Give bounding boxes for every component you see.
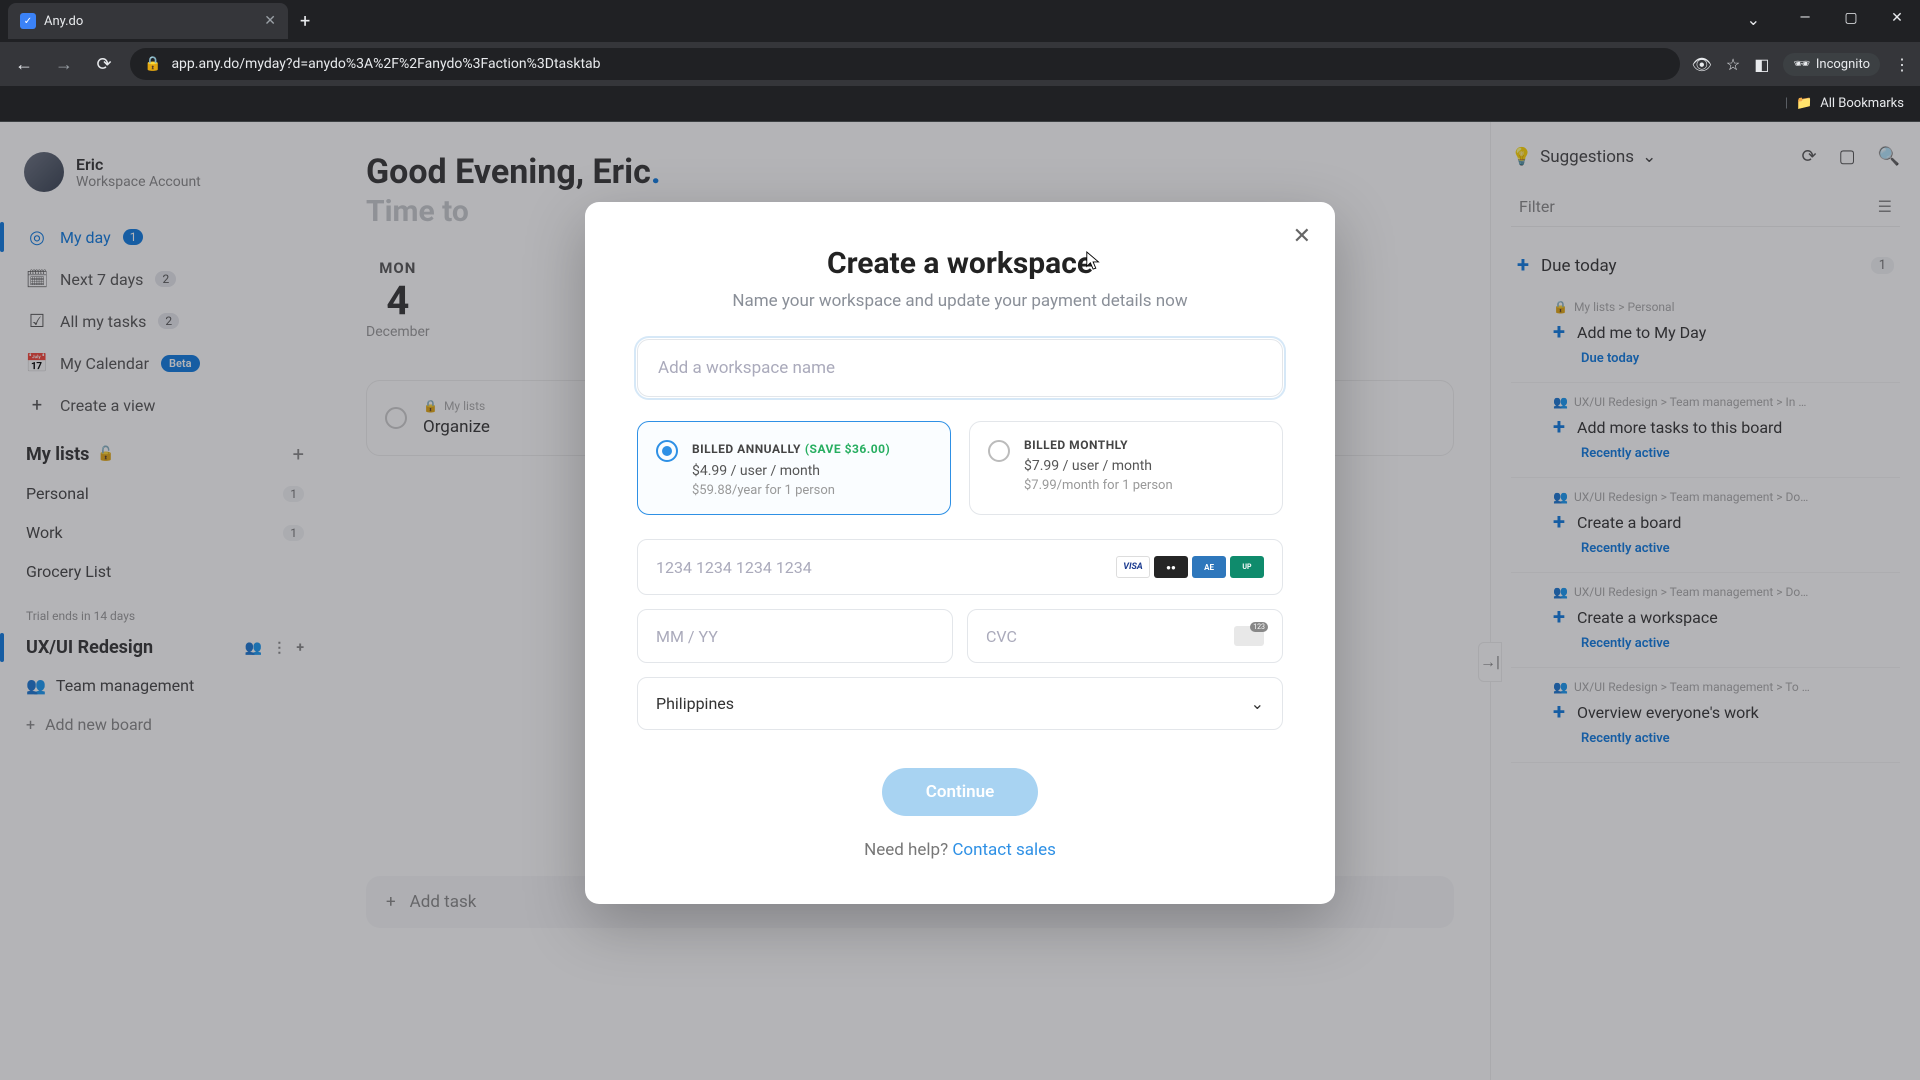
incognito-label: Incognito <box>1816 57 1870 72</box>
eye-off-icon[interactable]: 👁 <box>1692 55 1712 74</box>
card-number-input[interactable]: 1234 1234 1234 1234 VISA ●● AE UP <box>637 539 1283 595</box>
window-minimize-icon[interactable]: ― <box>1782 0 1828 36</box>
incognito-icon: 🕶 <box>1793 57 1810 72</box>
modal-title: Create a workspace <box>637 246 1283 281</box>
help-prefix: Need help? <box>864 840 952 860</box>
modal-subtitle: Name your workspace and update your paym… <box>637 291 1283 311</box>
browser-tab[interactable]: ✓ Any.do ✕ <box>8 3 288 39</box>
plan-monthly[interactable]: BILLED MONTHLY $7.99 / user / month $7.9… <box>969 421 1283 515</box>
card-placeholder: 1234 1234 1234 1234 <box>656 558 812 577</box>
all-bookmarks-button[interactable]: All Bookmarks <box>1820 96 1904 111</box>
bookmarks-separator: | <box>1785 96 1788 111</box>
plan-total: $7.99/month for 1 person <box>1024 478 1173 493</box>
help-row: Need help? Contact sales <box>637 840 1283 860</box>
menu-icon[interactable]: ⋮ <box>1894 55 1910 74</box>
plan-label: BILLED ANNUALLY <box>692 442 801 456</box>
new-tab-button[interactable]: + <box>300 11 310 32</box>
tab-title: Any.do <box>44 14 256 29</box>
expiry-input[interactable]: MM / YY <box>637 609 953 663</box>
star-icon[interactable]: ☆ <box>1726 55 1740 74</box>
continue-button[interactable]: Continue <box>882 768 1039 816</box>
plan-price: $7.99 / user / month <box>1024 458 1173 474</box>
cvc-placeholder: CVC <box>986 627 1017 646</box>
expiry-placeholder: MM / YY <box>656 627 718 646</box>
unionpay-icon: UP <box>1230 556 1264 578</box>
card-brands: VISA ●● AE UP <box>1116 556 1264 578</box>
plan-label: BILLED MONTHLY <box>1024 438 1173 452</box>
favicon: ✓ <box>20 13 36 29</box>
mastercard-icon: ●● <box>1154 556 1188 578</box>
visa-icon: VISA <box>1116 556 1150 578</box>
extensions-icon[interactable]: ◧ <box>1754 55 1769 74</box>
workspace-name-input[interactable] <box>637 339 1283 397</box>
create-workspace-modal: ✕ Create a workspace Name your workspace… <box>585 202 1335 904</box>
plan-total: $59.88/year for 1 person <box>692 483 890 498</box>
radio-selected[interactable] <box>656 440 678 462</box>
plan-save: (SAVE $36.00) <box>805 442 890 456</box>
nav-forward-icon[interactable]: → <box>50 54 78 75</box>
modal-close-button[interactable]: ✕ <box>1293 224 1311 249</box>
nav-back-icon[interactable]: ← <box>10 54 38 75</box>
modal-overlay: ✕ Create a workspace Name your workspace… <box>0 122 1920 1080</box>
cvc-hint-icon <box>1234 626 1264 646</box>
window-maximize-icon[interactable]: ▢ <box>1828 0 1874 36</box>
cvc-input[interactable]: CVC <box>967 609 1283 663</box>
incognito-badge[interactable]: 🕶 Incognito <box>1783 53 1880 76</box>
country-value: Philippines <box>656 694 734 713</box>
contact-sales-link[interactable]: Contact sales <box>952 840 1056 860</box>
lock-icon: 🔒 <box>144 56 161 72</box>
country-select[interactable]: Philippines ⌄ <box>637 677 1283 730</box>
plan-annual[interactable]: BILLED ANNUALLY (SAVE $36.00) $4.99 / us… <box>637 421 951 515</box>
chevron-down-icon: ⌄ <box>1251 694 1264 713</box>
amex-icon: AE <box>1192 556 1226 578</box>
tabs-dropdown-icon[interactable]: ⌄ <box>1747 10 1760 29</box>
window-close-icon[interactable]: ✕ <box>1874 0 1920 36</box>
tab-close-icon[interactable]: ✕ <box>264 13 276 29</box>
address-bar[interactable]: 🔒 app.any.do/myday?d=anydo%3A%2F%2Fanydo… <box>130 48 1680 80</box>
folder-icon: 📁 <box>1796 96 1812 111</box>
plan-price: $4.99 / user / month <box>692 463 890 479</box>
nav-reload-icon[interactable]: ⟳ <box>90 54 118 75</box>
radio-unselected[interactable] <box>988 440 1010 462</box>
url-text: app.any.do/myday?d=anydo%3A%2F%2Fanydo%3… <box>171 56 600 72</box>
